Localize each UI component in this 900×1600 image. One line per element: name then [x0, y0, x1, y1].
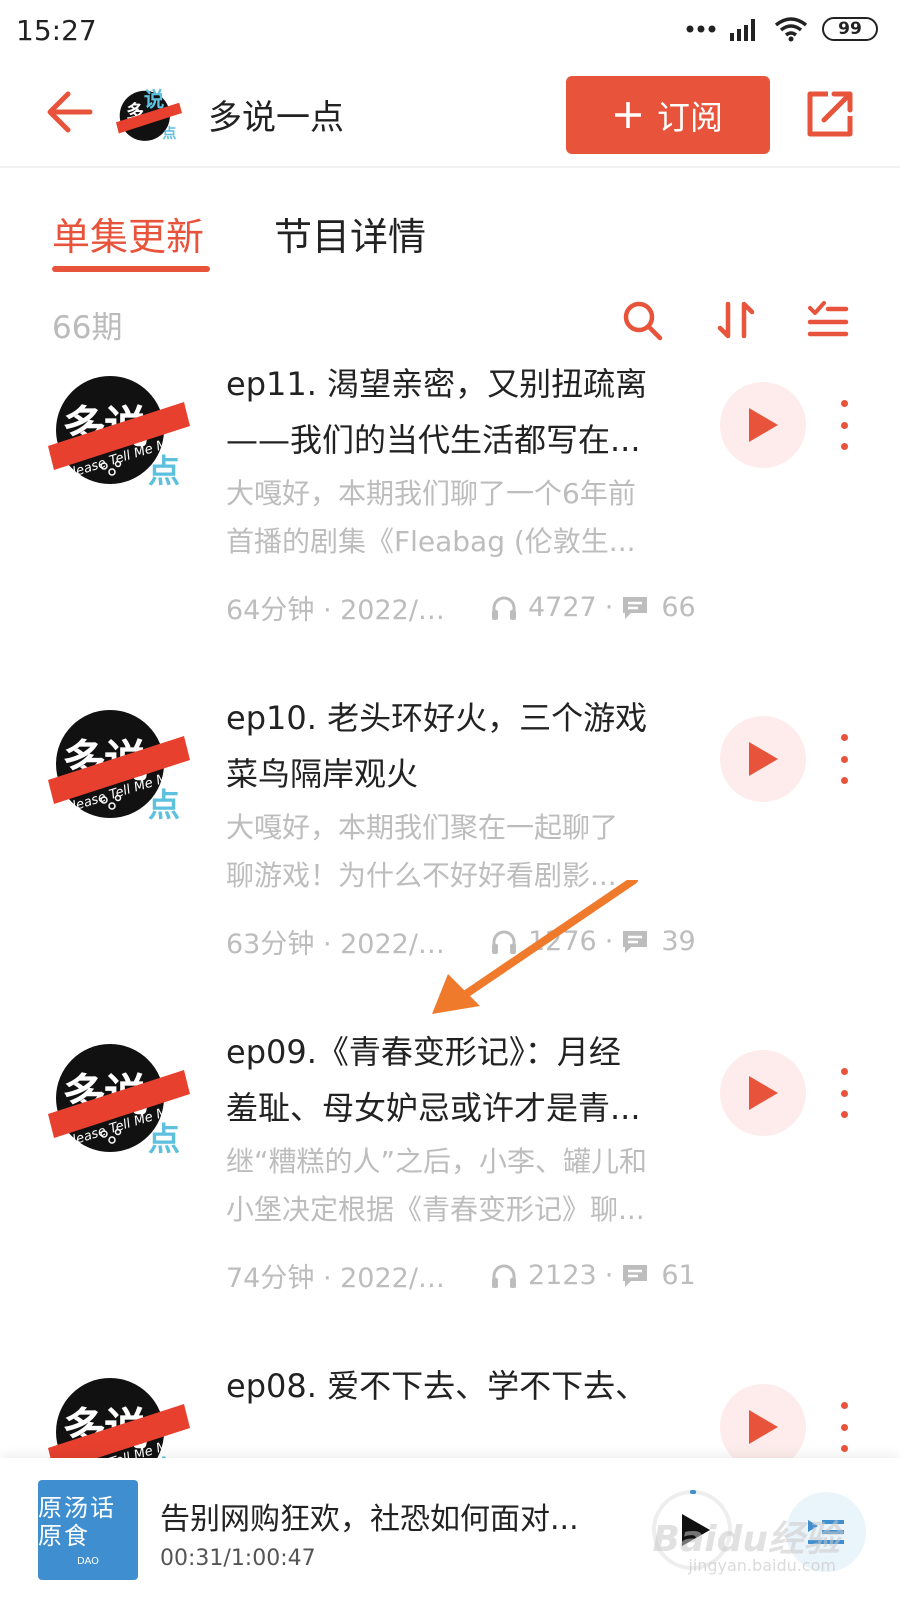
episode-play-count: 2123 [528, 1260, 597, 1291]
episode-description: 大嘎好，本期我们聊了一个6年前 首播的剧集《Fleabag (伦敦生... [226, 470, 696, 566]
play-icon [749, 408, 778, 442]
episode-desc-line: 继“糟糕的人”之后，小李、罐儿和 [226, 1145, 648, 1178]
headphones-icon [490, 1262, 518, 1290]
episode-cover[interactable]: 多说 Please Tell Me More 点 [48, 1030, 190, 1158]
search-icon[interactable] [620, 298, 664, 342]
now-playing-title[interactable]: 告别网购狂欢，社恐如何面对... [160, 1494, 600, 1538]
episode-count: 66期 [52, 310, 123, 346]
now-playing-cover-sub: DAO [76, 1555, 100, 1567]
episode-duration-date: 74分钟 · 2022/0... [226, 1263, 458, 1294]
annotation-arrow [432, 880, 638, 1014]
svg-text:点: 点 [162, 125, 176, 142]
tab-program-details[interactable]: 节目详情 [274, 206, 426, 261]
more-options-icon[interactable] [834, 734, 854, 784]
episode-duration-date: 64分钟 · 2022/0... [226, 595, 458, 626]
episode-title-line: ep10. 老头环好火，三个游戏 [226, 699, 648, 737]
more-options-icon[interactable] [834, 400, 854, 450]
share-icon[interactable] [802, 86, 858, 142]
episode-play-count: 4727 [528, 592, 597, 623]
tab-episode-updates[interactable]: 单集更新 [52, 206, 204, 261]
svg-text:点: 点 [148, 786, 180, 820]
episode-title[interactable]: ep10. 老头环好火，三个游戏 菜鸟隔岸观火 [226, 690, 696, 802]
subscribe-label: 订阅 [657, 98, 723, 137]
episode-desc-line: 首播的剧集《Fleabag (伦敦生... [226, 525, 636, 558]
headphones-icon [490, 594, 518, 622]
episode-desc-line: 大嘎好，本期我们聊了一个6年前 [226, 477, 636, 510]
episode-title-line: ep11. 渴望亲密，又别扭疏离 [226, 365, 648, 403]
status-bar: 15:27 99 [0, 0, 900, 62]
episode-comment-count: 66 [661, 592, 696, 623]
episode-desc-line: 大嘎好，本期我们聚在一起聊了 [226, 811, 619, 844]
svg-text:点: 点 [148, 452, 180, 486]
now-playing-time: 00:31/1:00:47 [160, 1546, 316, 1571]
subscribe-button[interactable]: 订阅 [566, 76, 770, 154]
episode-play-button[interactable] [720, 716, 806, 802]
episode-cover[interactable]: 多说 Please Tell Me More 点 [48, 362, 190, 490]
episode-meta: 64分钟 · 2022/0... 4727 · 66 [226, 588, 696, 627]
header: 多 说 点 多说一点 订阅 [0, 62, 900, 168]
episode-meta: 74分钟 · 2022/0... 2123 · 61 [226, 1256, 696, 1295]
now-playing-cover-text: 原汤话原食 [38, 1493, 116, 1550]
episode-play-button[interactable] [720, 382, 806, 468]
episode-title-line: ep08. 爱不下去、学不下去、 [226, 1367, 648, 1405]
status-icons: 99 [686, 16, 878, 42]
episode-title-line: 菜鸟隔岸观火 [226, 755, 419, 793]
more-options-icon[interactable] [834, 1402, 854, 1452]
play-icon [749, 742, 778, 776]
active-tab-indicator [52, 266, 210, 272]
episode-title-line: ——我们的当代生活都写在... [226, 421, 641, 459]
sort-icon[interactable] [714, 298, 758, 342]
now-playing-cover[interactable]: 原汤话原食 DAO [38, 1480, 138, 1580]
comment-icon [621, 595, 649, 621]
svg-text:说: 说 [144, 87, 164, 111]
episode-description: 继“糟糕的人”之后，小李、罐儿和 小堡决定根据《青春变形记》聊... [226, 1138, 696, 1234]
episode-duration-date: 63分钟 · 2022/0... [226, 929, 458, 960]
battery-indicator: 99 [822, 17, 878, 41]
comment-icon [621, 1263, 649, 1289]
episode-desc-line: 小堡决定根据《青春变形记》聊... [226, 1193, 645, 1226]
episode-comment-count: 61 [661, 1260, 696, 1291]
episode-title[interactable]: ep09.《青春变形记》：月经 羞耻、母女妒忌或许才是青... [226, 1024, 696, 1136]
podcast-logo: 多 说 点 [116, 87, 182, 142]
episode-comment-count: 39 [661, 926, 696, 957]
episode-cover[interactable]: 多说 Please Tell Me More 点 [48, 696, 190, 824]
meta-separator: · [604, 1260, 614, 1291]
episode-title-line: ep09.《青春变形记》：月经 [226, 1033, 621, 1071]
filter-list-icon[interactable] [806, 298, 850, 342]
plus-icon [615, 102, 641, 128]
watermark: Baidu经验 [652, 1519, 840, 1560]
episode-play-button[interactable] [720, 1050, 806, 1136]
episode-item[interactable]: 多说 Please Tell Me More 点 ep08. 爱不下去、学不下去… [0, 1358, 900, 1492]
episode-title-line: 羞耻、母女妒忌或许才是青... [226, 1089, 641, 1127]
play-icon [749, 1410, 778, 1444]
play-icon [749, 1076, 778, 1110]
signal-icon [730, 19, 755, 41]
episode-item[interactable]: 多说 Please Tell Me More 点 ep11. 渴望亲密，又别扭疏… [0, 356, 900, 696]
episode-title[interactable]: ep11. 渴望亲密，又别扭疏离 ——我们的当代生活都写在... [226, 356, 696, 468]
status-time: 15:27 [16, 14, 97, 47]
meta-separator: · [604, 592, 614, 623]
more-options-icon[interactable] [834, 1068, 854, 1118]
episode-item[interactable]: 多说 Please Tell Me More 点 ep09.《青春变形记》：月经… [0, 1024, 900, 1364]
page-title: 多说一点 [208, 98, 344, 138]
more-dots-icon [686, 25, 716, 33]
wifi-icon [774, 17, 808, 42]
episode-title[interactable]: ep08. 爱不下去、学不下去、 [226, 1358, 696, 1470]
watermark-url: jingyan.baidu.com [688, 1556, 836, 1575]
back-arrow-icon[interactable] [44, 88, 96, 136]
svg-text:点: 点 [148, 1120, 180, 1154]
